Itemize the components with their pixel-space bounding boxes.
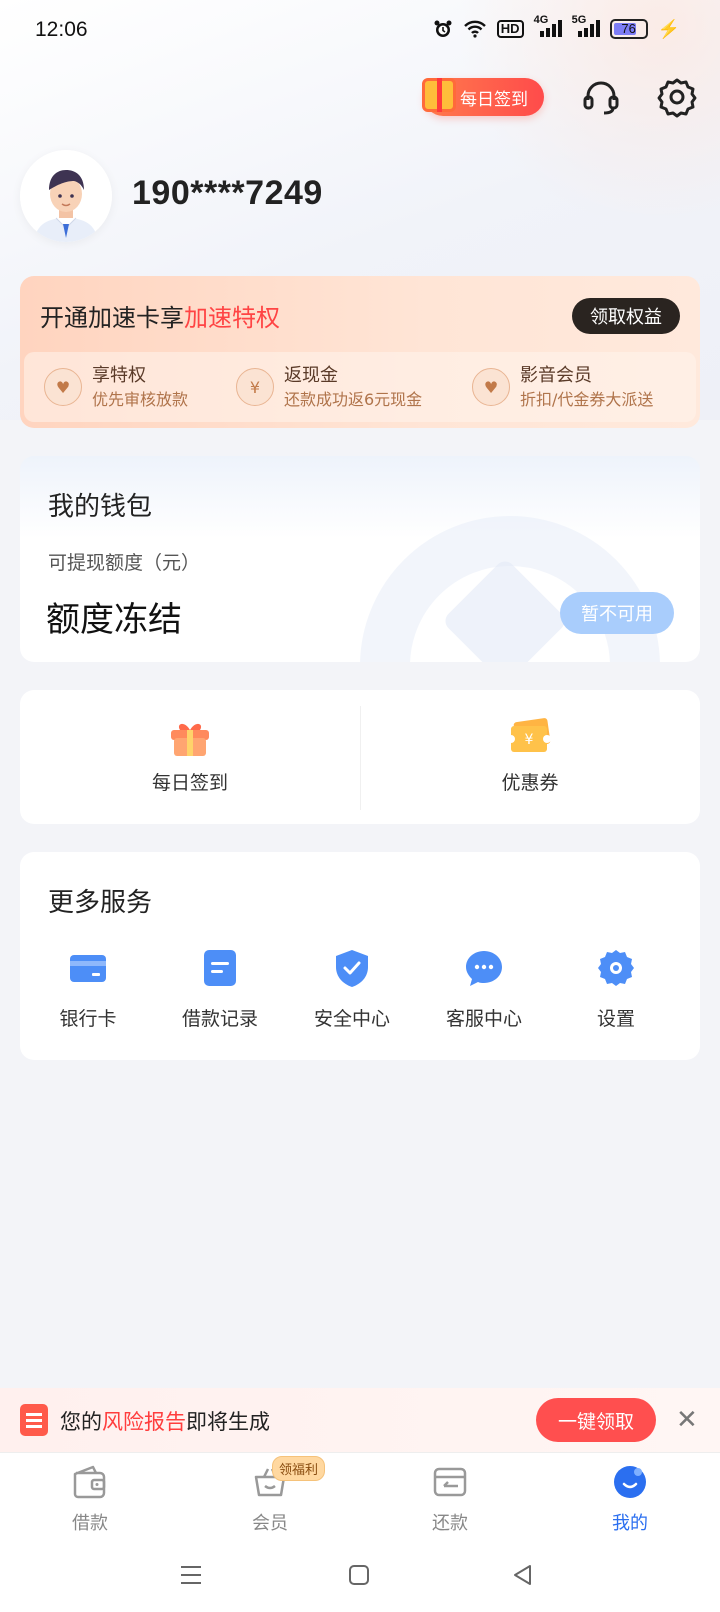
risk-report-banner[interactable]: 您的风险报告即将生成 一键领取 ✕	[0, 1388, 720, 1452]
gear-icon	[598, 950, 634, 986]
menu-icon[interactable]	[176, 1560, 206, 1590]
heart-badge-icon: ♥	[472, 368, 510, 406]
tab-loan[interactable]: 借款	[0, 1465, 180, 1535]
one-click-claim-button[interactable]: 一键领取	[536, 1398, 656, 1442]
perk-subtitle: 还款成功返6元现金	[284, 390, 423, 409]
unavailable-button[interactable]: 暂不可用	[560, 592, 674, 634]
perk-item[interactable]: ♥ 享特权 优先审核放款	[44, 364, 188, 412]
services-title: 更多服务	[48, 888, 153, 918]
daily-signin-button[interactable]: 每日签到	[422, 78, 544, 116]
accelerate-title-prefix: 开通加速卡享	[40, 304, 184, 332]
tab-label: 我的	[612, 1513, 648, 1534]
tab-label: 借款	[72, 1513, 108, 1534]
quick-item-coupon[interactable]: ¥ 优惠券	[360, 716, 700, 795]
accelerate-title: 开通加速卡享加速特权	[40, 298, 280, 333]
shield-icon	[336, 950, 368, 987]
signal-4g-label: 4G	[533, 14, 549, 26]
risk-text-prefix: 您的	[60, 1410, 102, 1434]
wallet-icon	[73, 1465, 106, 1499]
user-phone: 190****7249	[132, 174, 323, 212]
back-icon[interactable]	[508, 1560, 538, 1590]
signal-5g-label: 5G	[571, 14, 587, 26]
bank-card-icon	[70, 955, 106, 982]
profile-icon	[614, 1466, 646, 1498]
perk-title: 享特权	[92, 365, 146, 386]
perk-subtitle: 折扣/代金券大派送	[520, 390, 654, 409]
tab-member[interactable]: 会员	[180, 1465, 360, 1535]
tab-repay[interactable]: 还款	[360, 1465, 540, 1535]
perk-item[interactable]: ♥ 影音会员 折扣/代金券大派送	[472, 364, 653, 412]
service-security-center[interactable]: 安全中心	[284, 948, 420, 1031]
home-icon[interactable]	[344, 1560, 374, 1590]
report-icon	[20, 1404, 48, 1436]
perks-row: ♥ 享特权 优先审核放款 ¥ 返现金 还款成功返6元现金 ♥ 影音会员 折扣/代…	[24, 352, 696, 422]
risk-report-text: 您的风险报告即将生成	[60, 1406, 270, 1436]
battery-level: 76	[621, 21, 636, 36]
alarm-icon	[433, 18, 453, 40]
coupon-icon: ¥	[507, 718, 551, 752]
heart-badge-icon: ♥	[44, 368, 82, 406]
service-settings[interactable]: 设置	[548, 948, 684, 1031]
battery-icon: 76	[609, 19, 648, 39]
wallet-card: 我的钱包 可提现额度（元） 额度冻结 暂不可用	[20, 456, 700, 662]
hd-icon: HD	[496, 20, 524, 38]
wallet-title: 我的钱包	[48, 492, 153, 522]
status-icons: HD 4G 5G 76 ⚡	[433, 14, 680, 40]
risk-text-highlight: 风险报告	[102, 1410, 186, 1434]
money-bag-icon: ¥	[236, 368, 274, 406]
perk-title: 影音会员	[520, 365, 592, 386]
gift-icon	[422, 78, 456, 112]
tab-label: 会员	[252, 1513, 288, 1534]
welfare-badge: 领福利	[272, 1456, 326, 1481]
service-label: 借款记录	[181, 1008, 258, 1030]
service-label: 客服中心	[445, 1008, 522, 1030]
perk-item[interactable]: ¥ 返现金 还款成功返6元现金	[236, 364, 422, 412]
accelerate-title-highlight: 加速特权	[184, 304, 280, 332]
risk-text-suffix: 即将生成	[186, 1410, 270, 1434]
daily-signin-label: 每日签到	[460, 89, 528, 110]
signal-5g-icon: 5G	[572, 14, 600, 40]
service-loan-record[interactable]: 借款记录	[152, 948, 288, 1031]
service-bank-card[interactable]: 银行卡	[20, 948, 156, 1031]
bottom-tab-bar: 借款 会员 还款 我的	[0, 1452, 720, 1538]
perk-subtitle: 优先审核放款	[92, 390, 189, 409]
charging-icon: ⚡	[657, 18, 680, 39]
status-bar: 12:06 HD 4G 5G 76 ⚡	[0, 0, 720, 64]
quick-item-label: 优惠券	[501, 772, 559, 794]
svg-text:¥: ¥	[525, 732, 534, 748]
withdrawable-label: 可提现额度（元）	[48, 552, 201, 574]
tab-label: 还款	[432, 1513, 468, 1534]
quick-actions-card: 每日签到 ¥ 优惠券	[20, 690, 700, 824]
gift-icon	[171, 723, 209, 756]
wifi-icon	[463, 18, 487, 40]
gear-icon[interactable]	[656, 76, 698, 118]
quick-item-signin[interactable]: 每日签到	[20, 716, 360, 795]
system-nav-bar	[0, 1538, 720, 1612]
headset-icon[interactable]	[580, 76, 622, 118]
perk-title: 返现金	[284, 365, 338, 386]
service-customer-center[interactable]: 客服中心	[416, 948, 552, 1031]
quick-item-label: 每日签到	[151, 772, 228, 794]
claim-benefits-button[interactable]: 领取权益	[572, 298, 680, 334]
close-icon[interactable]: ✕	[676, 1406, 698, 1434]
service-label: 设置	[596, 1008, 635, 1030]
accelerate-card[interactable]: 开通加速卡享加速特权 领取权益 ♥ 享特权 优先审核放款 ¥ 返现金 还款成功返…	[20, 276, 700, 428]
more-services-card: 更多服务 银行卡 借款记录 安全中心 客服中心 设置	[20, 852, 700, 1060]
credit-status: 额度冻结	[46, 600, 182, 640]
chat-icon	[466, 951, 502, 986]
signal-4g-icon: 4G	[534, 14, 562, 40]
service-label: 银行卡	[59, 1008, 117, 1030]
service-label: 安全中心	[313, 1008, 390, 1030]
record-icon	[204, 950, 236, 986]
tab-mine[interactable]: 我的	[540, 1465, 720, 1535]
avatar[interactable]	[20, 150, 112, 242]
status-time: 12:06	[35, 18, 88, 41]
repay-icon	[433, 1467, 467, 1497]
